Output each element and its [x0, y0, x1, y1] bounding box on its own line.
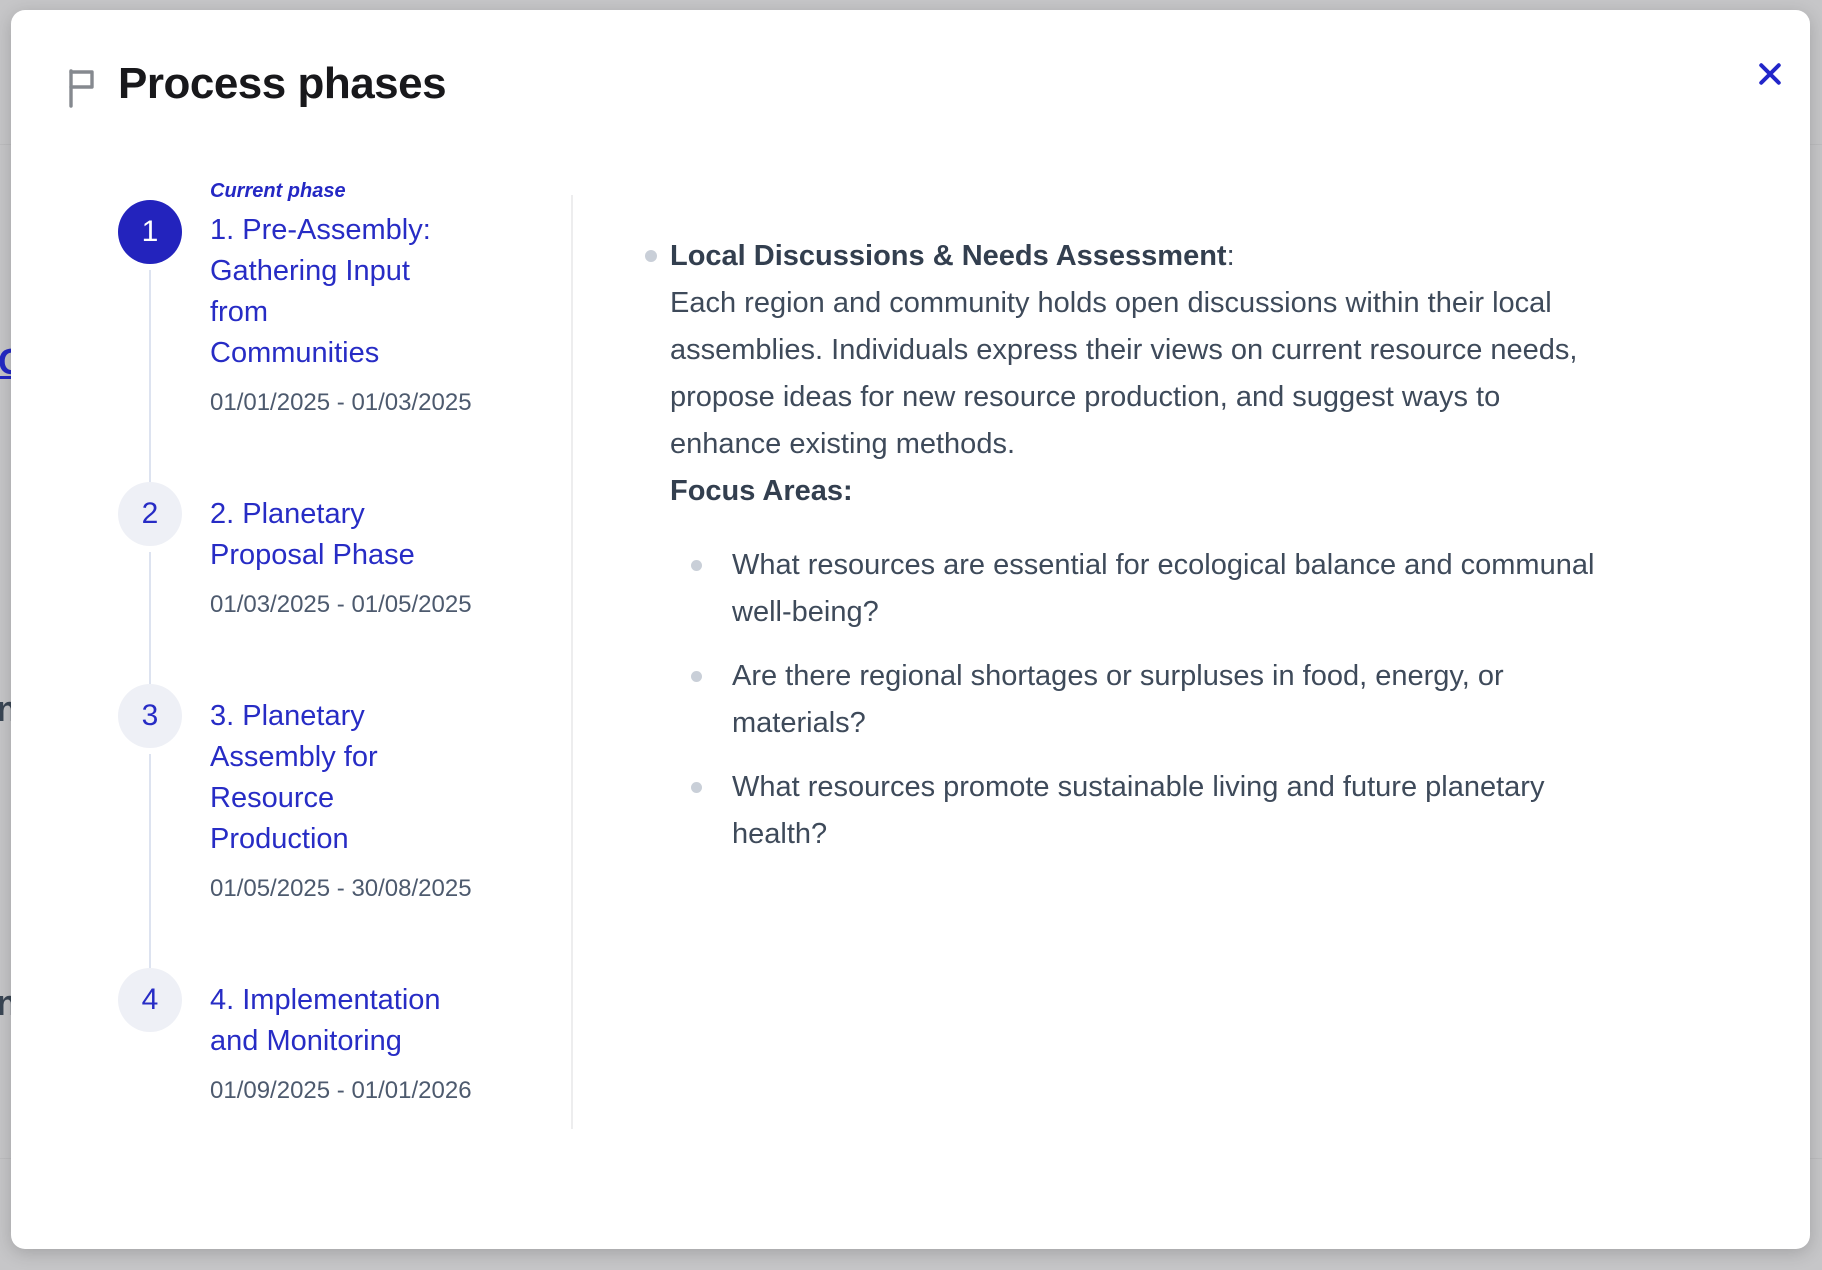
description-heading-bold: Local Discussions & Needs Assessment: [670, 240, 1227, 272]
focus-areas-list: What resources are essential for ecologi…: [670, 542, 1670, 858]
description-bullet-item: Local Discussions & Needs Assessment: Ea…: [645, 233, 1675, 875]
phase-3-step-circle: 3: [118, 684, 182, 748]
phase-2-step-circle: 2: [118, 482, 182, 546]
column-divider: [571, 195, 573, 1129]
close-button[interactable]: [1743, 48, 1797, 102]
flag-icon: [62, 66, 102, 108]
bullet-dot-icon: [691, 782, 702, 793]
focus-area-item: What resources promote sustainable livin…: [670, 764, 1670, 858]
phase-3-dates: 01/05/2025 - 30/08/2025: [210, 874, 472, 904]
focus-area-question: What resources are essential for ecologi…: [732, 542, 1594, 636]
phase-4-dates: 01/09/2025 - 01/01/2026: [210, 1076, 472, 1106]
phase-item-2[interactable]: 2 2. Planetary Proposal Phase 01/03/2025…: [118, 494, 480, 620]
focus-areas-label: Focus Areas:: [670, 468, 1670, 515]
description-heading-colon: :: [1227, 240, 1235, 272]
bullet-dot-icon: [645, 250, 657, 262]
phase-1-dates: 01/01/2025 - 01/03/2025: [210, 388, 472, 418]
phase-timeline: 1 Current phase 1. Pre-Assembly: Gatheri…: [118, 178, 480, 1106]
bullet-dot-icon: [691, 560, 702, 571]
description-heading: Local Discussions & Needs Assessment:: [670, 233, 1670, 280]
focus-area-question: What resources promote sustainable livin…: [732, 764, 1544, 858]
phase-3-title[interactable]: 3. Planetary Assembly for Resource Produ…: [210, 696, 472, 860]
phase-item-3[interactable]: 3 3. Planetary Assembly for Resource Pro…: [118, 696, 480, 904]
phase-4-step-circle: 4: [118, 968, 182, 1032]
modal-header: Process phases: [11, 10, 1810, 140]
phase-2-title[interactable]: 2. Planetary Proposal Phase: [210, 494, 472, 576]
focus-area-item: Are there regional shortages or surpluse…: [670, 653, 1670, 747]
bullet-dot-icon: [691, 671, 702, 682]
modal-title: Process phases: [118, 54, 446, 114]
phase-item-4[interactable]: 4 4. Implementation and Monitoring 01/09…: [118, 980, 480, 1106]
phase-2-dates: 01/03/2025 - 01/05/2025: [210, 590, 472, 620]
current-phase-badge: Current phase: [210, 178, 472, 204]
phase-description-panel: Local Discussions & Needs Assessment: Ea…: [645, 233, 1675, 875]
phase-4-title[interactable]: 4. Implementation and Monitoring: [210, 980, 472, 1062]
phase-item-1[interactable]: 1 Current phase 1. Pre-Assembly: Gatheri…: [118, 178, 480, 418]
process-phases-modal: Process phases 1 Current phase 1. Pre-As…: [11, 10, 1810, 1249]
focus-area-item: What resources are essential for ecologi…: [670, 542, 1670, 636]
focus-area-question: Are there regional shortages or surpluse…: [732, 653, 1504, 747]
phase-1-step-circle: 1: [118, 200, 182, 264]
close-icon: [1755, 59, 1785, 92]
description-paragraph: Each region and community holds open dis…: [670, 280, 1670, 468]
phase-1-title[interactable]: 1. Pre-Assembly: Gathering Input from Co…: [210, 210, 472, 374]
